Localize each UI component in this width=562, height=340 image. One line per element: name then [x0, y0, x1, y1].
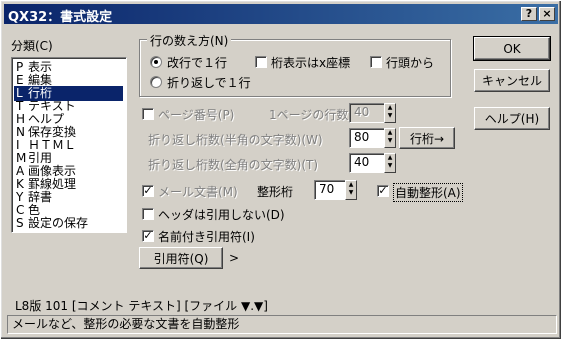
chk-page-number[interactable]	[142, 108, 154, 120]
category-item-label: 行桁	[28, 86, 53, 100]
lines-per-page-spinner[interactable]: ▲ ▼	[384, 103, 396, 123]
category-item-label: テキスト	[28, 99, 76, 113]
category-item-label: 保存変換	[28, 125, 77, 139]
chk-no-quote-header-label: ヘッダは引用しない(D)	[158, 208, 285, 222]
category-item-label: 編集	[28, 73, 53, 87]
title-bar: QX32：書式設定 ? ×	[4, 4, 558, 25]
format-width-spinner[interactable]: ▲ ▼	[345, 180, 357, 200]
chk-from-top-label: 行頭から	[386, 56, 435, 70]
chk-auto-format[interactable]: ✓	[377, 185, 389, 197]
category-item-label: 画像表示	[28, 164, 77, 178]
format-width-label: 整形桁	[257, 185, 294, 199]
cancel-button[interactable]: キャンセル	[474, 69, 550, 92]
chk-named-quote[interactable]: ✓	[142, 230, 154, 242]
category-item-label: 表示	[28, 60, 53, 74]
chk-auto-format-label: 自動整形(A)	[393, 183, 463, 202]
window-title: QX32：書式設定	[8, 10, 113, 25]
status-text: メールなど、整形の必要な文書を自動整形	[12, 317, 240, 331]
format-settings-dialog: QX32：書式設定 ? × 分類(C) P 表示 E 編集 L 行桁 T テキスト H ヘルプ N 保…	[0, 0, 562, 340]
line-count-group-label: 行の数え方(N)	[147, 32, 232, 49]
radio-crlf-label: 改行で１行	[167, 56, 228, 70]
close-icon[interactable]: ×	[539, 7, 555, 21]
category-item[interactable]: S 設定の保存	[14, 216, 123, 231]
chk-mail-document[interactable]: ✓	[142, 185, 154, 197]
line-col-button[interactable]: 行桁→	[399, 127, 455, 149]
lines-per-page-field[interactable]: 40	[349, 103, 385, 123]
chk-from-top[interactable]	[370, 56, 382, 68]
chk-page-number-label: ページ番号(P)	[158, 108, 235, 122]
category-label: 分類(C)	[11, 39, 53, 53]
wrap-fullwidth-field[interactable]: 40	[349, 153, 385, 173]
wrap-chars-spinner[interactable]: ▲ ▼	[384, 128, 396, 148]
category-item-key: S	[16, 216, 24, 230]
category-item-label: 辞書	[28, 190, 53, 204]
lines-per-page-label: 1ページの行数	[269, 108, 349, 122]
ok-button[interactable]: OK	[473, 36, 551, 61]
wrap-chars-field[interactable]: 80	[349, 128, 385, 148]
radio-wrap[interactable]	[150, 76, 162, 88]
chk-xcoord-label: 桁表示はx座標	[271, 56, 351, 70]
category-item-label: 色	[28, 203, 41, 217]
wrap-fullwidth-label: 折り返し桁数(全角の文字数)(T)	[148, 158, 319, 172]
category-item-label: 設定の保存	[28, 216, 89, 230]
category-item-label: ヘルプ	[28, 112, 65, 126]
category-item-label: 罫線処理	[28, 177, 77, 191]
radio-wrap-label: 折り返しで１行	[167, 76, 251, 90]
wrap-fullwidth-spinner[interactable]: ▲ ▼	[384, 153, 396, 173]
info-line: L8版 101 [コメント テキスト] [ファイル ▼.▼]	[15, 299, 268, 313]
chk-no-quote-header[interactable]	[142, 208, 154, 220]
chk-mail-document-label: メール文書(M)	[158, 185, 238, 199]
chk-named-quote-label: 名前付き引用符(I)	[158, 230, 255, 244]
category-list[interactable]: P 表示 E 編集 L 行桁 T テキスト H ヘルプ N 保存変換 I ＨＴＭＬ M 引用 A 画像表示 K 罫線処…	[11, 57, 127, 233]
wrap-chars-label: 折り返し桁数(半角の文字数)(W)	[148, 133, 323, 147]
radio-crlf[interactable]	[150, 56, 162, 68]
help-button[interactable]: ヘルプ(H)	[474, 107, 550, 130]
status-bar: メールなど、整形の必要な文書を自動整形	[7, 315, 557, 334]
help-icon[interactable]: ?	[521, 7, 537, 21]
chk-xcoord[interactable]	[255, 56, 267, 68]
category-item-label: ＨＴＭＬ	[28, 138, 77, 152]
quote-char-preview: >	[229, 251, 240, 265]
category-item-label: 引用	[28, 151, 53, 165]
format-width-field[interactable]: 70	[314, 180, 346, 200]
quote-char-button[interactable]: 引用符(Q)	[139, 247, 223, 269]
